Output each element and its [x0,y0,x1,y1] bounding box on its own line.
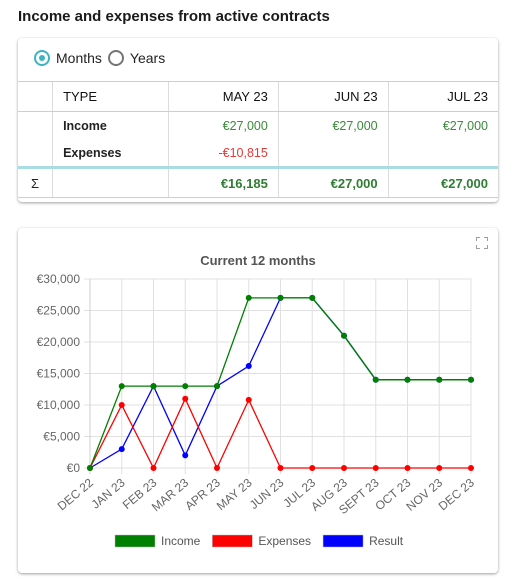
cell-blank [18,112,53,140]
data-point-expenses[interactable] [372,465,379,471]
data-point-expenses[interactable] [245,396,252,403]
x-tick-label: JAN 23 [89,475,128,511]
data-point-result[interactable] [118,446,125,453]
legend-swatch-income[interactable] [114,534,156,548]
row-label: Expenses [52,139,169,168]
cell-value [387,139,498,168]
data-point-result[interactable] [245,363,252,370]
header-blank [18,81,53,112]
data-point-income[interactable] [341,332,347,339]
legend-label-result[interactable]: Result [369,534,404,548]
radio-years[interactable] [107,50,124,66]
radio-years-label[interactable]: Years [130,50,165,66]
total-value: €16,185 [167,166,279,198]
row-label: Income [52,111,169,140]
data-point-expenses[interactable] [214,465,220,471]
cell-value [277,139,389,168]
data-point-expenses[interactable] [150,465,157,471]
x-tick-label: MAY 23 [214,475,255,513]
data-point-expenses[interactable] [404,465,411,471]
data-point-income[interactable] [436,376,443,383]
y-tick-label: €5,000 [43,430,80,444]
radio-months[interactable] [34,50,50,66]
x-tick-label: JUN 23 [247,475,287,512]
data-point-expenses[interactable] [468,465,474,471]
data-point-income[interactable] [309,294,316,301]
cell-value: €27,000 [387,111,498,140]
x-tick-label: MAR 23 [149,475,191,514]
y-tick-label: €30,000 [37,272,81,286]
radio-months-label[interactable]: Months [56,50,102,66]
x-tick-label: DEC 22 [55,475,96,513]
summary-card: Months Years TYPE MAY 23 JUN 23 JUL 23 I… [18,38,498,202]
y-tick-label: €0 [67,461,81,475]
data-point-expenses[interactable] [118,402,125,408]
chart-title: Current 12 months [200,253,316,268]
cell-value: €27,000 [167,111,279,140]
data-point-income[interactable] [245,294,252,301]
y-tick-label: €15,000 [37,367,81,381]
legend-label-income[interactable]: Income [161,534,201,548]
page-title: Income and expenses from active contract… [18,8,330,25]
sigma-icon: Σ [18,166,53,198]
summary-table: TYPE MAY 23 JUN 23 JUL 23 Income €27,000… [18,81,498,198]
header-month: MAY 23 [167,81,279,112]
total-value: €27,000 [277,166,389,198]
header-type: TYPE [52,81,169,112]
data-point-expenses[interactable] [182,395,189,402]
table-header-row: TYPE MAY 23 JUN 23 JUL 23 [18,81,498,112]
table-row-income: Income €27,000 €27,000 €27,000 [18,111,498,140]
data-point-expenses[interactable] [436,465,443,471]
data-point-income[interactable] [214,383,220,390]
period-toggle: Months Years [34,46,171,70]
y-tick-label: €20,000 [37,335,81,349]
legend-label-expenses[interactable]: Expenses [258,534,311,548]
table-row-expenses: Expenses -€10,815 [18,139,498,168]
header-month: JUL 23 [387,81,498,112]
data-point-result[interactable] [182,452,189,459]
legend-swatch-expenses[interactable] [212,534,253,548]
data-point-income[interactable] [118,383,125,390]
data-point-income[interactable] [404,376,411,383]
data-point-expenses[interactable] [277,465,284,471]
line-chart: Current 12 months €0 €5,000 €10,000 €15,000… [37,253,478,548]
y-tick-label: €10,000 [37,398,81,412]
cell-value: -€10,815 [167,139,279,168]
data-point-income[interactable] [182,383,189,390]
legend-swatch-result[interactable] [322,534,364,548]
x-tick-label: DEC 23 [436,475,477,513]
data-point-income[interactable] [372,376,379,383]
data-point-income[interactable] [277,294,284,301]
data-point-expenses[interactable] [309,465,316,471]
y-tick-label: €25,000 [37,304,81,318]
table-row-total: Σ €16,185 €27,000 €27,000 [18,166,498,198]
data-point-income[interactable] [468,376,474,383]
cell-blank [52,166,169,198]
cell-value: €27,000 [277,111,389,140]
total-value: €27,000 [387,166,498,198]
data-point-income[interactable] [87,465,93,471]
data-point-income[interactable] [150,383,157,390]
header-month: JUN 23 [277,81,389,112]
data-point-expenses[interactable] [341,465,347,471]
cell-blank [18,140,53,168]
chart-card: Current 12 months €0 €5,000 €10,000 €15,000… [18,228,498,573]
